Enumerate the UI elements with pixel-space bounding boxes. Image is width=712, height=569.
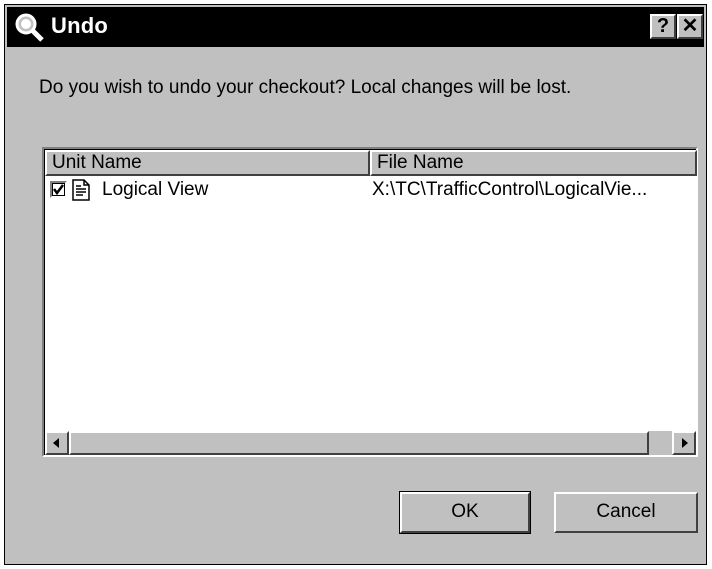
scroll-right-button[interactable] — [672, 431, 696, 455]
unit-name-cell: Logical View — [102, 179, 209, 200]
document-icon — [71, 179, 91, 201]
close-button[interactable]: ✕ — [677, 14, 703, 39]
scroll-left-button[interactable] — [45, 431, 69, 455]
window-title: Undo — [51, 13, 109, 38]
list-item[interactable]: Logical View X:\TC\TrafficControl\Logica… — [45, 178, 696, 202]
arrow-right-icon — [682, 438, 688, 448]
magnifier-icon — [13, 11, 45, 43]
dialog-message: Do you wish to undo your checkout? Local… — [39, 77, 572, 98]
horizontal-scrollbar[interactable] — [45, 431, 696, 455]
column-header-file-name[interactable]: File Name — [370, 150, 697, 176]
help-button[interactable]: ? — [650, 14, 676, 39]
undo-dialog: Undo ? ✕ Do you wish to undo your checko… — [4, 4, 707, 565]
column-header-unit-name[interactable]: Unit Name — [45, 150, 370, 176]
file-name-cell: X:\TC\TrafficControl\LogicalVie... — [372, 179, 648, 200]
units-list[interactable]: Unit Name File Name Logical View X:\TC\T… — [42, 147, 698, 457]
unit-checkbox[interactable] — [50, 181, 67, 198]
cancel-button[interactable]: Cancel — [554, 492, 698, 533]
scroll-thumb[interactable] — [69, 431, 649, 455]
arrow-left-icon — [53, 438, 59, 448]
title-bar[interactable]: Undo ? ✕ — [7, 7, 704, 47]
list-header: Unit Name File Name — [45, 150, 697, 176]
ok-button[interactable]: OK — [399, 491, 531, 534]
